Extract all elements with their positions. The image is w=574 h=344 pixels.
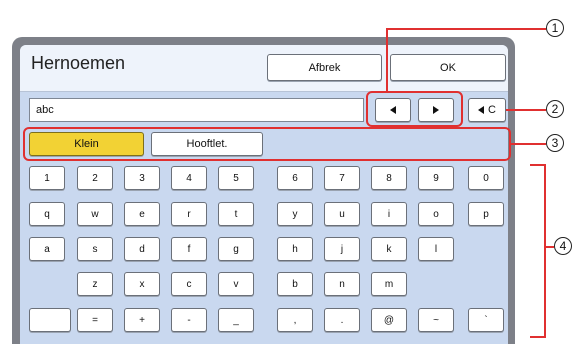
- callout-1-line-h: [386, 28, 546, 30]
- key-row1-7[interactable]: 8: [371, 166, 407, 190]
- key-row2-8[interactable]: o: [418, 202, 454, 226]
- key-row5-2[interactable]: +: [124, 308, 160, 332]
- backspace-icon: [478, 106, 485, 114]
- key-row2-7[interactable]: i: [371, 202, 407, 226]
- callout-1-box: [366, 91, 463, 127]
- key-row1-0[interactable]: 1: [29, 166, 65, 190]
- key-row3-5[interactable]: h: [277, 237, 313, 261]
- key-row2-0[interactable]: q: [29, 202, 65, 226]
- callout-4: 4: [554, 237, 572, 255]
- key-row3-3[interactable]: f: [171, 237, 207, 261]
- key-row2-1[interactable]: w: [77, 202, 113, 226]
- callout-3-box: [23, 127, 511, 161]
- key-row5-7[interactable]: @: [371, 308, 407, 332]
- dialog-title: Hernoemen: [31, 53, 126, 73]
- key-row3-2[interactable]: d: [124, 237, 160, 261]
- ok-button[interactable]: OK: [390, 54, 506, 81]
- callout-1: 1: [546, 19, 564, 37]
- key-row1-1[interactable]: 2: [77, 166, 113, 190]
- key-row5-6[interactable]: .: [324, 308, 360, 332]
- key-row2-9[interactable]: p: [468, 202, 504, 226]
- key-row2-6[interactable]: u: [324, 202, 360, 226]
- key-row3-8[interactable]: l: [418, 237, 454, 261]
- key-row2-5[interactable]: y: [277, 202, 313, 226]
- key-row3-7[interactable]: k: [371, 237, 407, 261]
- callout-4-bracket-bottom: [530, 336, 546, 338]
- callout-1-line-v: [386, 28, 388, 92]
- name-input[interactable]: abc: [29, 98, 364, 122]
- callout-2-line: [506, 109, 546, 111]
- key-row5-8[interactable]: ~: [418, 308, 454, 332]
- key-row1-5[interactable]: 6: [277, 166, 313, 190]
- callout-3-line: [511, 143, 546, 145]
- key-row4-3[interactable]: v: [218, 272, 254, 296]
- callout-4-bracket-v: [544, 164, 546, 338]
- key-row5-5[interactable]: ,: [277, 308, 313, 332]
- key-row5-0[interactable]: [29, 308, 71, 332]
- key-row4-5[interactable]: n: [324, 272, 360, 296]
- callout-2: 2: [546, 100, 564, 118]
- key-row2-4[interactable]: t: [218, 202, 254, 226]
- key-row3-1[interactable]: s: [77, 237, 113, 261]
- key-row4-4[interactable]: b: [277, 272, 313, 296]
- key-row3-6[interactable]: j: [324, 237, 360, 261]
- key-row4-0[interactable]: z: [77, 272, 113, 296]
- key-row2-3[interactable]: r: [171, 202, 207, 226]
- key-row5-9[interactable]: `: [468, 308, 504, 332]
- clear-label: C: [488, 104, 496, 116]
- key-row3-0[interactable]: a: [29, 237, 65, 261]
- key-row4-6[interactable]: m: [371, 272, 407, 296]
- key-row5-3[interactable]: -: [171, 308, 207, 332]
- key-row1-8[interactable]: 9: [418, 166, 454, 190]
- key-row4-2[interactable]: c: [171, 272, 207, 296]
- key-row1-6[interactable]: 7: [324, 166, 360, 190]
- key-row1-2[interactable]: 3: [124, 166, 160, 190]
- clear-button[interactable]: C: [468, 98, 506, 122]
- key-row3-4[interactable]: g: [218, 237, 254, 261]
- callout-3: 3: [546, 134, 564, 152]
- key-row1-9[interactable]: 0: [468, 166, 504, 190]
- key-row1-3[interactable]: 4: [171, 166, 207, 190]
- key-row5-1[interactable]: =: [77, 308, 113, 332]
- callout-4-line: [544, 246, 554, 248]
- key-row5-4[interactable]: _: [218, 308, 254, 332]
- key-row1-4[interactable]: 5: [218, 166, 254, 190]
- key-row4-1[interactable]: x: [124, 272, 160, 296]
- key-row2-2[interactable]: e: [124, 202, 160, 226]
- cancel-button[interactable]: Afbrek: [267, 54, 382, 81]
